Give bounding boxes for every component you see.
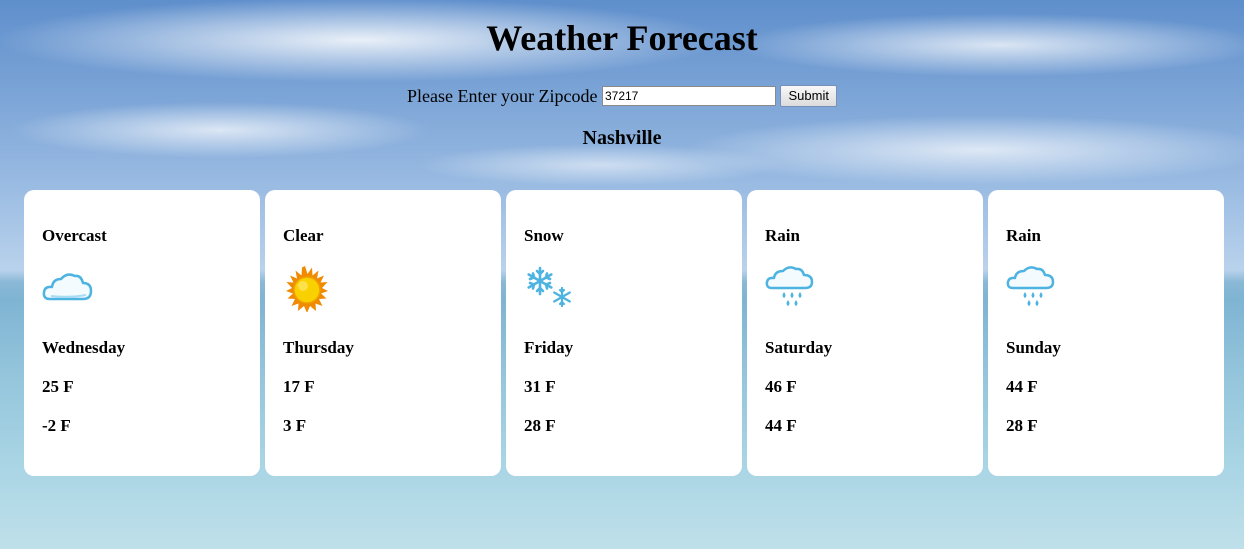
low-temp: -2 F <box>42 416 71 435</box>
low-temp: 3 F <box>283 416 307 435</box>
forecast-card: Rain Saturday 46 F 44 F <box>747 190 983 476</box>
rain-cloud-icon <box>1006 266 1055 306</box>
day-label: Sunday <box>1006 338 1061 357</box>
day-label: Wednesday <box>42 338 126 357</box>
page-title: Weather Forecast <box>486 18 758 58</box>
high-temp: 44 F <box>1006 377 1038 396</box>
forecast-card: Clear Thursday 17 F 3 F <box>265 190 501 476</box>
low-temp: 28 F <box>1006 416 1038 435</box>
sun-icon <box>286 266 328 312</box>
weather-page: Weather Forecast Please Enter your Zipco… <box>0 0 1244 549</box>
zipcode-label: Please Enter your Zipcode <box>407 85 598 106</box>
condition-label: Clear <box>283 226 324 245</box>
submit-button[interactable]: Submit <box>780 84 837 107</box>
forecast-cards: Overcast Wednesday 25 F -2 F Clear Thurs… <box>24 190 1224 476</box>
zipcode-form: Please Enter your Zipcode Submit <box>0 82 1244 108</box>
condition-label: Rain <box>765 226 800 245</box>
day-label: Friday <box>524 338 574 357</box>
forecast-card: Snow Friday 31 F 28 F <box>506 190 742 476</box>
rain-cloud-icon <box>765 266 814 306</box>
low-temp: 44 F <box>765 416 797 435</box>
cloud-icon <box>42 273 93 301</box>
high-temp: 31 F <box>524 377 556 396</box>
condition-label: Overcast <box>42 226 107 245</box>
forecast-card: Overcast Wednesday 25 F -2 F <box>24 190 260 476</box>
forecast-card: Rain Sunday 44 F 28 F <box>988 190 1224 476</box>
high-temp: 17 F <box>283 377 315 396</box>
high-temp: 46 F <box>765 377 797 396</box>
zipcode-input[interactable] <box>601 85 776 106</box>
day-label: Saturday <box>765 338 833 357</box>
snowflake-icon <box>527 266 571 308</box>
city-name: Nashville <box>582 127 662 149</box>
condition-label: Rain <box>1006 226 1041 245</box>
day-label: Thursday <box>283 338 354 357</box>
high-temp: 25 F <box>42 377 74 396</box>
low-temp: 28 F <box>524 416 556 435</box>
condition-label: Snow <box>524 226 564 245</box>
